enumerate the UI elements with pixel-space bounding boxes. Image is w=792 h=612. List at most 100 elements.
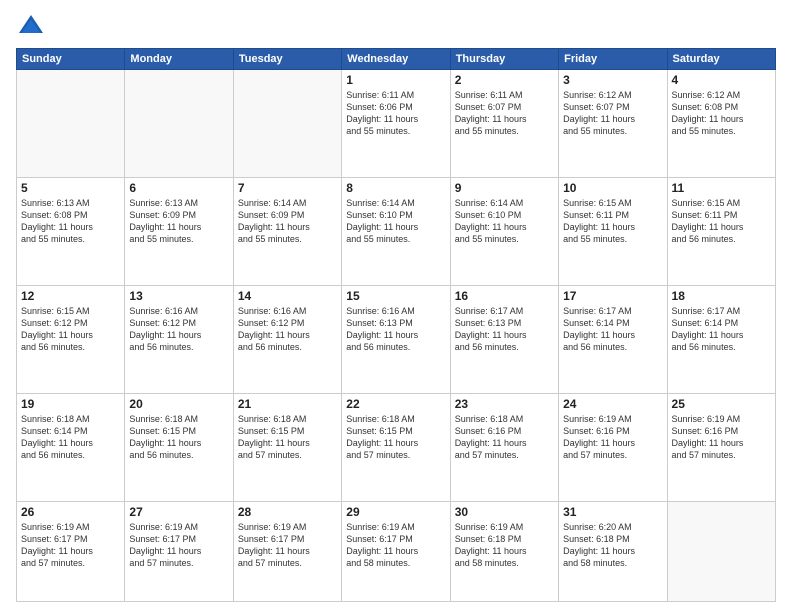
cell-info: Sunrise: 6:18 AMSunset: 6:16 PMDaylight:… — [455, 413, 554, 462]
cell-info: Sunrise: 6:11 AMSunset: 6:07 PMDaylight:… — [455, 89, 554, 138]
weekday-header-tuesday: Tuesday — [233, 49, 341, 70]
cell-info: Sunrise: 6:18 AMSunset: 6:15 PMDaylight:… — [129, 413, 228, 462]
calendar-cell: 20 Sunrise: 6:18 AMSunset: 6:15 PMDayligh… — [125, 393, 233, 501]
cell-info: Sunrise: 6:18 AMSunset: 6:14 PMDaylight:… — [21, 413, 120, 462]
cell-info: Sunrise: 6:19 AMSunset: 6:17 PMDaylight:… — [346, 521, 445, 570]
cell-info: Sunrise: 6:19 AMSunset: 6:17 PMDaylight:… — [238, 521, 337, 570]
calendar-table: SundayMondayTuesdayWednesdayThursdayFrid… — [16, 48, 776, 602]
calendar-cell: 25 Sunrise: 6:19 AMSunset: 6:16 PMDayligh… — [667, 393, 775, 501]
calendar-cell: 23 Sunrise: 6:18 AMSunset: 6:16 PMDayligh… — [450, 393, 558, 501]
calendar-cell: 4 Sunrise: 6:12 AMSunset: 6:08 PMDaylight… — [667, 70, 775, 178]
cell-info: Sunrise: 6:17 AMSunset: 6:13 PMDaylight:… — [455, 305, 554, 354]
calendar-cell: 8Sunrise: 6:14 AMSunset: 6:10 PMDaylight… — [342, 177, 450, 285]
day-number: 6 — [129, 181, 228, 195]
day-number: 30 — [455, 505, 554, 519]
cell-info: Sunrise: 6:16 AMSunset: 6:13 PMDaylight:… — [346, 305, 445, 354]
cell-info: Sunrise: 6:20 AMSunset: 6:18 PMDaylight:… — [563, 521, 662, 570]
calendar-cell: 2Sunrise: 6:11 AMSunset: 6:07 PMDaylight… — [450, 70, 558, 178]
weekday-header-wednesday: Wednesday — [342, 49, 450, 70]
calendar-cell: 10 Sunrise: 6:15 AMSunset: 6:11 PMDayligh… — [559, 177, 667, 285]
calendar-cell — [125, 70, 233, 178]
day-number: 11 — [672, 181, 771, 195]
cell-info: Sunrise: 6:19 AMSunset: 6:17 PMDaylight:… — [129, 521, 228, 570]
day-number: 7 — [238, 181, 337, 195]
day-number: 23 — [455, 397, 554, 411]
calendar-cell: 11 Sunrise: 6:15 AMSunset: 6:11 PMDayligh… — [667, 177, 775, 285]
day-number: 14 — [238, 289, 337, 303]
calendar-cell: 17 Sunrise: 6:17 AMSunset: 6:14 PMDayligh… — [559, 285, 667, 393]
calendar-cell: 24 Sunrise: 6:19 AMSunset: 6:16 PMDayligh… — [559, 393, 667, 501]
calendar-cell: 28 Sunrise: 6:19 AMSunset: 6:17 PMDayligh… — [233, 501, 341, 601]
calendar-cell: 7 Sunrise: 6:14 AMSunset: 6:09 PMDaylight… — [233, 177, 341, 285]
cell-info: Sunrise: 6:16 AMSunset: 6:12 PMDaylight:… — [129, 305, 228, 354]
cell-info: Sunrise: 6:15 AMSunset: 6:11 PMDaylight:… — [563, 197, 662, 246]
cell-info: Sunrise: 6:15 AMSunset: 6:12 PMDaylight:… — [21, 305, 120, 354]
day-number: 31 — [563, 505, 662, 519]
calendar-cell — [233, 70, 341, 178]
calendar-cell: 13 Sunrise: 6:16 AMSunset: 6:12 PMDayligh… — [125, 285, 233, 393]
day-number: 17 — [563, 289, 662, 303]
day-number: 12 — [21, 289, 120, 303]
day-number: 25 — [672, 397, 771, 411]
calendar-cell: 22 Sunrise: 6:18 AMSunset: 6:15 PMDayligh… — [342, 393, 450, 501]
calendar-cell: 5Sunrise: 6:13 AMSunset: 6:08 PMDaylight… — [17, 177, 125, 285]
day-number: 24 — [563, 397, 662, 411]
day-number: 27 — [129, 505, 228, 519]
logo-icon — [16, 12, 46, 42]
calendar-cell: 16 Sunrise: 6:17 AMSunset: 6:13 PMDayligh… — [450, 285, 558, 393]
day-number: 20 — [129, 397, 228, 411]
cell-info: Sunrise: 6:13 AMSunset: 6:08 PMDaylight:… — [21, 197, 120, 246]
cell-info: Sunrise: 6:12 AMSunset: 6:08 PMDaylight:… — [672, 89, 771, 138]
calendar-cell: 6 Sunrise: 6:13 AMSunset: 6:09 PMDaylight… — [125, 177, 233, 285]
cell-info: Sunrise: 6:19 AMSunset: 6:17 PMDaylight:… — [21, 521, 120, 570]
header — [16, 12, 776, 42]
cell-info: Sunrise: 6:18 AMSunset: 6:15 PMDaylight:… — [238, 413, 337, 462]
day-number: 9 — [455, 181, 554, 195]
day-number: 22 — [346, 397, 445, 411]
calendar-cell: 19Sunrise: 6:18 AMSunset: 6:14 PMDayligh… — [17, 393, 125, 501]
day-number: 1 — [346, 73, 445, 87]
day-number: 18 — [672, 289, 771, 303]
day-number: 26 — [21, 505, 120, 519]
calendar-cell: 14 Sunrise: 6:16 AMSunset: 6:12 PMDayligh… — [233, 285, 341, 393]
day-number: 29 — [346, 505, 445, 519]
cell-info: Sunrise: 6:17 AMSunset: 6:14 PMDaylight:… — [563, 305, 662, 354]
weekday-header-friday: Friday — [559, 49, 667, 70]
calendar-cell — [667, 501, 775, 601]
cell-info: Sunrise: 6:17 AMSunset: 6:14 PMDaylight:… — [672, 305, 771, 354]
cell-info: Sunrise: 6:14 AMSunset: 6:09 PMDaylight:… — [238, 197, 337, 246]
cell-info: Sunrise: 6:14 AMSunset: 6:10 PMDaylight:… — [346, 197, 445, 246]
weekday-header-monday: Monday — [125, 49, 233, 70]
weekday-header-thursday: Thursday — [450, 49, 558, 70]
calendar-cell — [17, 70, 125, 178]
cell-info: Sunrise: 6:13 AMSunset: 6:09 PMDaylight:… — [129, 197, 228, 246]
day-number: 21 — [238, 397, 337, 411]
cell-info: Sunrise: 6:15 AMSunset: 6:11 PMDaylight:… — [672, 197, 771, 246]
day-number: 16 — [455, 289, 554, 303]
calendar-cell: 1 Sunrise: 6:11 AMSunset: 6:06 PMDaylight… — [342, 70, 450, 178]
calendar-cell: 30 Sunrise: 6:19 AMSunset: 6:18 PMDayligh… — [450, 501, 558, 601]
calendar-cell: 29 Sunrise: 6:19 AMSunset: 6:17 PMDayligh… — [342, 501, 450, 601]
cell-info: Sunrise: 6:18 AMSunset: 6:15 PMDaylight:… — [346, 413, 445, 462]
calendar-cell: 27 Sunrise: 6:19 AMSunset: 6:17 PMDayligh… — [125, 501, 233, 601]
cell-info: Sunrise: 6:14 AMSunset: 6:10 PMDaylight:… — [455, 197, 554, 246]
weekday-header-sunday: Sunday — [17, 49, 125, 70]
cell-info: Sunrise: 6:12 AMSunset: 6:07 PMDaylight:… — [563, 89, 662, 138]
cell-info: Sunrise: 6:16 AMSunset: 6:12 PMDaylight:… — [238, 305, 337, 354]
page: SundayMondayTuesdayWednesdayThursdayFrid… — [0, 0, 792, 612]
day-number: 10 — [563, 181, 662, 195]
cell-info: Sunrise: 6:19 AMSunset: 6:16 PMDaylight:… — [563, 413, 662, 462]
cell-info: Sunrise: 6:19 AMSunset: 6:16 PMDaylight:… — [672, 413, 771, 462]
day-number: 4 — [672, 73, 771, 87]
calendar-cell: 12 Sunrise: 6:15 AMSunset: 6:12 PMDayligh… — [17, 285, 125, 393]
cell-info: Sunrise: 6:11 AMSunset: 6:06 PMDaylight:… — [346, 89, 445, 138]
weekday-header-saturday: Saturday — [667, 49, 775, 70]
calendar-cell: 21 Sunrise: 6:18 AMSunset: 6:15 PMDayligh… — [233, 393, 341, 501]
day-number: 28 — [238, 505, 337, 519]
calendar-cell: 15Sunrise: 6:16 AMSunset: 6:13 PMDayligh… — [342, 285, 450, 393]
day-number: 13 — [129, 289, 228, 303]
calendar-cell: 18 Sunrise: 6:17 AMSunset: 6:14 PMDayligh… — [667, 285, 775, 393]
calendar-cell: 26 Sunrise: 6:19 AMSunset: 6:17 PMDayligh… — [17, 501, 125, 601]
cell-info: Sunrise: 6:19 AMSunset: 6:18 PMDaylight:… — [455, 521, 554, 570]
day-number: 3 — [563, 73, 662, 87]
